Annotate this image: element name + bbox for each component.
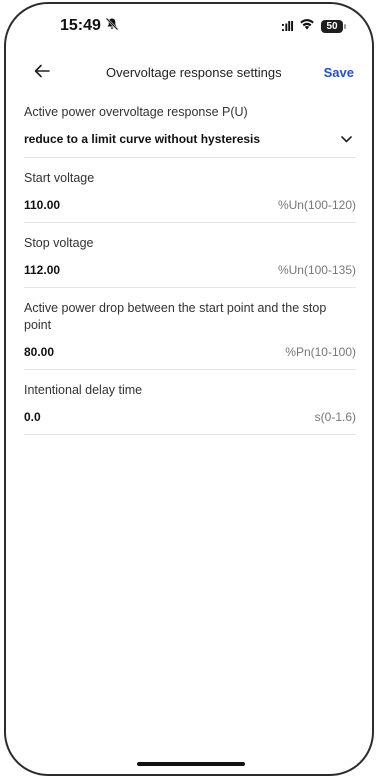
field-value: 112.00 — [24, 263, 61, 277]
field-pu-response[interactable]: Active power overvoltage response P(U) r… — [24, 104, 356, 158]
phone-frame: 15:49 :ıll 50 Overvoltage response setti… — [4, 2, 374, 776]
field-stop-voltage: Stop voltage 112.00 %Un(100-135) — [24, 223, 356, 288]
field-power-drop: Active power drop between the start poin… — [24, 288, 356, 370]
field-range: %Un(100-120) — [277, 198, 356, 212]
settings-form: Active power overvoltage response P(U) r… — [24, 104, 356, 435]
status-bar: 15:49 :ıll 50 — [6, 4, 372, 48]
delay-time-input[interactable]: 0.0 s(0-1.6) — [24, 410, 356, 424]
page-title: Overvoltage response settings — [106, 64, 282, 80]
chevron-down-icon[interactable] — [341, 132, 352, 146]
field-range: s(0-1.6) — [314, 410, 356, 424]
field-label: Active power overvoltage response P(U) — [24, 105, 248, 119]
power-drop-input[interactable]: 80.00 %Pn(10-100) — [24, 345, 356, 359]
bell-slash-icon — [105, 17, 119, 36]
field-delay-time: Intentional delay time 0.0 s(0-1.6) — [24, 370, 356, 435]
field-start-voltage: Start voltage 110.00 %Un(100-120) — [24, 158, 356, 223]
stop-voltage-input[interactable]: 112.00 %Un(100-135) — [24, 263, 356, 277]
field-range: %Un(100-135) — [277, 263, 356, 277]
field-label: Active power drop between the start poin… — [24, 301, 327, 332]
save-button[interactable]: Save — [324, 65, 354, 80]
arrow-left-icon[interactable] — [34, 62, 64, 82]
status-time: 15:49 — [60, 17, 119, 36]
field-value: 110.00 — [24, 198, 61, 212]
field-label: Intentional delay time — [24, 383, 143, 397]
start-voltage-input[interactable]: 110.00 %Un(100-120) — [24, 198, 356, 212]
battery-icon: 50 — [321, 19, 346, 33]
field-range: %Pn(10-100) — [285, 345, 356, 359]
status-indicators: :ıll 50 — [281, 17, 346, 35]
wifi-icon — [299, 17, 315, 35]
pu-response-dropdown[interactable]: reduce to a limit curve without hysteres… — [24, 132, 356, 146]
field-value: 0.0 — [24, 410, 41, 424]
battery-tip — [344, 23, 346, 29]
battery-level: 50 — [321, 19, 343, 33]
field-label: Stop voltage — [24, 236, 94, 250]
field-value: 80.00 — [24, 345, 55, 359]
nav-bar: Overvoltage response settings Save — [6, 54, 372, 90]
field-label: Start voltage — [24, 171, 95, 185]
home-indicator[interactable] — [137, 762, 245, 766]
status-time-text: 15:49 — [60, 17, 101, 34]
cellular-signal-icon: :ıll — [280, 18, 294, 34]
dropdown-selected-value: reduce to a limit curve without hysteres… — [24, 132, 261, 146]
